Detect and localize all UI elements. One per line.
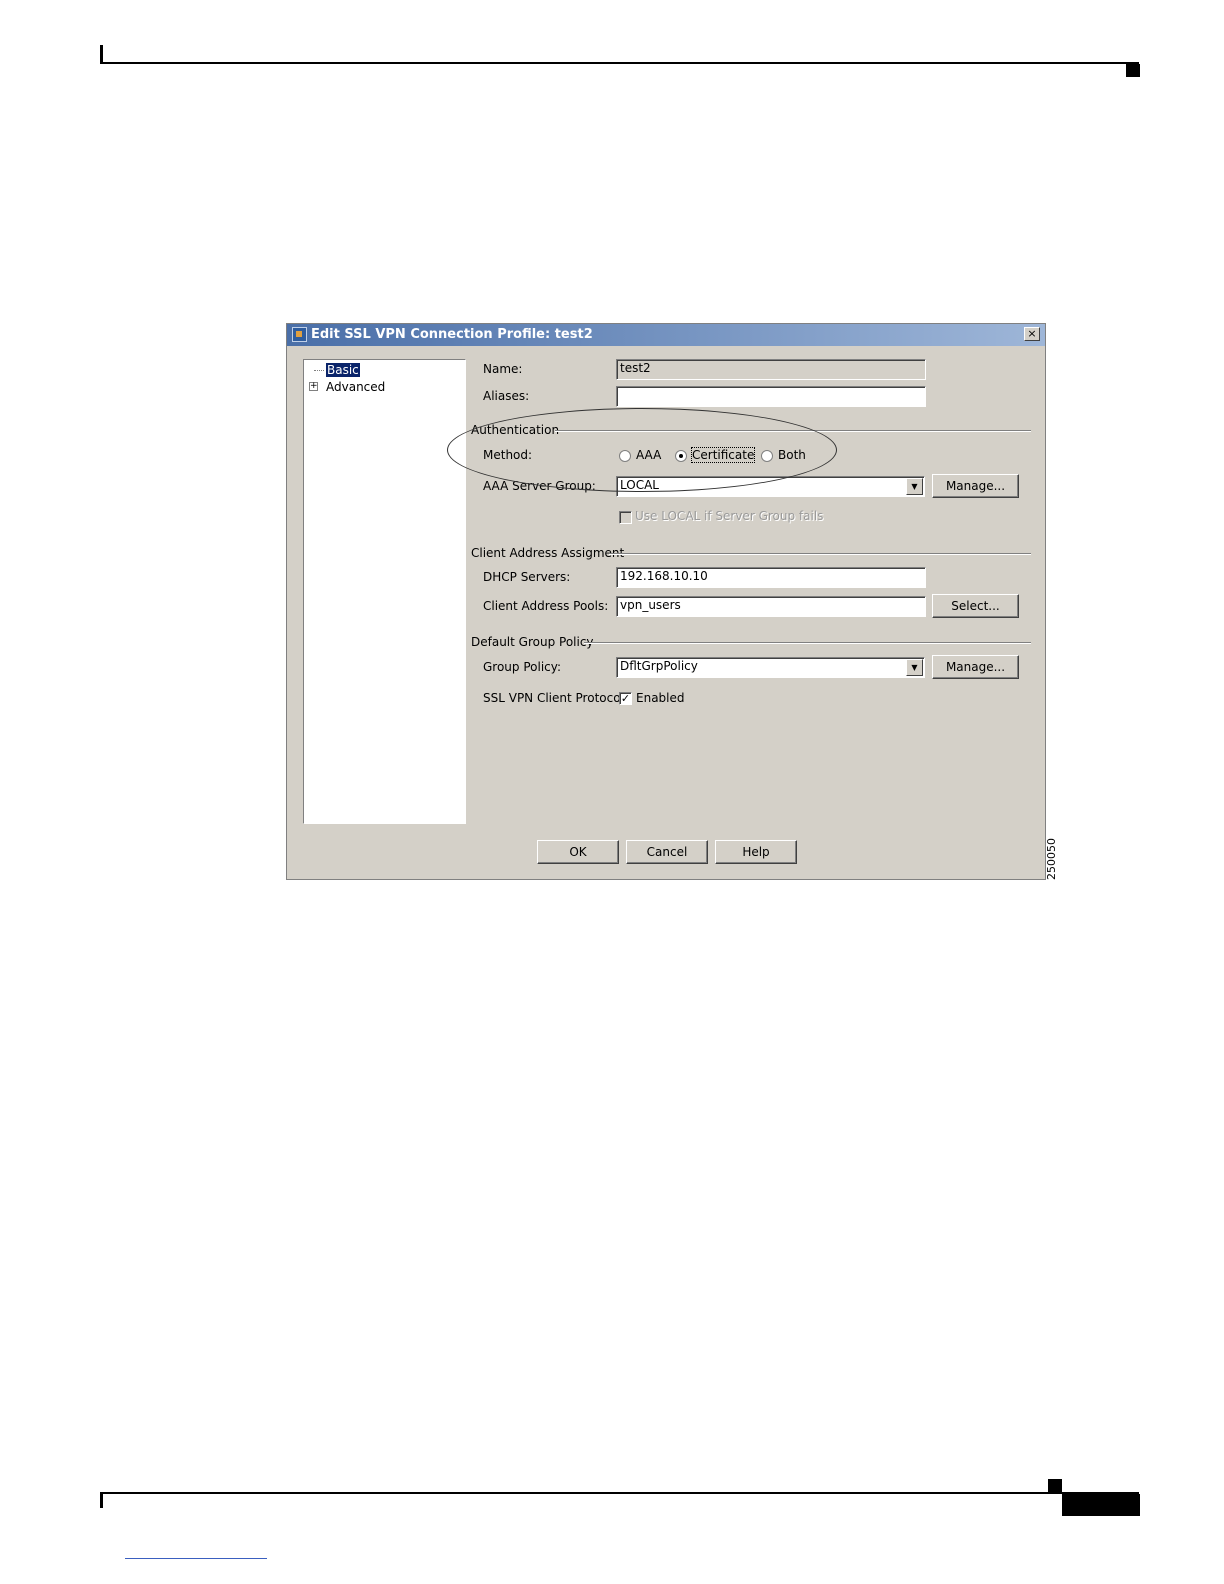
figure-id: 250050 bbox=[1045, 838, 1058, 880]
method-label: Method: bbox=[483, 448, 533, 462]
group-policy-value: DfltGrpPolicy bbox=[620, 659, 698, 673]
method-aaa-label[interactable]: AAA bbox=[636, 448, 661, 462]
method-both-label[interactable]: Both bbox=[778, 448, 806, 462]
app-icon bbox=[292, 327, 307, 342]
aaa-server-group-select[interactable]: LOCAL ▼ bbox=[616, 476, 925, 497]
use-local-checkbox[interactable] bbox=[619, 511, 632, 524]
close-icon[interactable]: × bbox=[1024, 327, 1040, 341]
footer-tick bbox=[100, 1492, 103, 1508]
enabled-label[interactable]: Enabled bbox=[636, 691, 685, 705]
client-address-pools-label: Client Address Pools: bbox=[483, 599, 609, 613]
authentication-divider bbox=[555, 430, 1031, 432]
method-certificate-radio[interactable] bbox=[675, 450, 687, 462]
dhcp-servers-label: DHCP Servers: bbox=[483, 570, 571, 584]
ssl-vpn-client-protocol-label: SSL VPN Client Protocol: bbox=[483, 691, 628, 705]
footer-rule bbox=[101, 1492, 1139, 1494]
chevron-down-icon[interactable]: ▼ bbox=[906, 659, 923, 676]
aliases-label: Aliases: bbox=[483, 389, 530, 403]
default-group-policy-divider bbox=[584, 642, 1031, 644]
dhcp-servers-input[interactable]: 192.168.10.10 bbox=[616, 567, 926, 588]
footer-link-line bbox=[125, 1558, 267, 1559]
tree-item-basic[interactable]: Basic bbox=[326, 363, 360, 377]
cancel-button[interactable]: Cancel bbox=[626, 840, 708, 864]
default-group-policy-label: Default Group Policy bbox=[471, 635, 594, 649]
aliases-input[interactable] bbox=[616, 386, 926, 407]
policy-manage-button[interactable]: Manage... bbox=[932, 655, 1019, 679]
aaa-server-group-label: AAA Server Group: bbox=[483, 479, 596, 493]
group-policy-select[interactable]: DfltGrpPolicy ▼ bbox=[616, 657, 925, 678]
tree-connector bbox=[314, 370, 324, 371]
expand-plus-icon[interactable]: + bbox=[309, 382, 318, 391]
client-address-divider bbox=[609, 553, 1031, 555]
select-pools-button[interactable]: Select... bbox=[932, 594, 1019, 618]
tree-item-advanced[interactable]: Advanced bbox=[326, 380, 385, 394]
aaa-manage-button[interactable]: Manage... bbox=[932, 474, 1019, 498]
enabled-checkbox[interactable]: ✓ bbox=[619, 692, 632, 705]
client-address-pools-input[interactable]: vpn_users bbox=[616, 596, 926, 617]
dialog-title: Edit SSL VPN Connection Profile: test2 bbox=[311, 327, 593, 342]
group-policy-label: Group Policy: bbox=[483, 660, 562, 674]
dialog-titlebar[interactable]: Edit SSL VPN Connection Profile: test2 × bbox=[287, 324, 1045, 346]
help-button[interactable]: Help bbox=[715, 840, 797, 864]
method-aaa-radio[interactable] bbox=[619, 450, 631, 462]
header-square bbox=[1126, 64, 1140, 77]
authentication-group-label: Authentication bbox=[471, 423, 560, 437]
name-label: Name: bbox=[483, 362, 523, 376]
ok-button[interactable]: OK bbox=[537, 840, 619, 864]
method-certificate-label[interactable]: Certificate bbox=[690, 447, 756, 463]
chevron-down-icon[interactable]: ▼ bbox=[906, 478, 923, 495]
edit-ssl-vpn-dialog: Edit SSL VPN Connection Profile: test2 ×… bbox=[286, 323, 1046, 880]
name-field[interactable]: test2 bbox=[616, 359, 926, 380]
header-rule bbox=[101, 62, 1139, 64]
use-local-label: Use LOCAL if Server Group fails bbox=[635, 509, 824, 523]
client-address-group-label: Client Address Assigment bbox=[471, 546, 625, 560]
aaa-server-group-value: LOCAL bbox=[620, 478, 659, 492]
footer-block bbox=[1062, 1494, 1140, 1516]
footer-square bbox=[1048, 1479, 1062, 1492]
method-both-radio[interactable] bbox=[761, 450, 773, 462]
nav-tree: Basic + Advanced bbox=[303, 359, 466, 824]
